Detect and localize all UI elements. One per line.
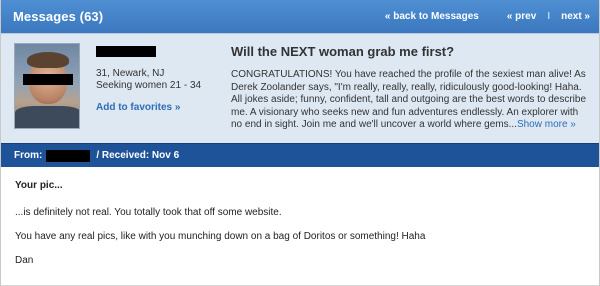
message-meta-bar: From: / Received: Nov 6 (1, 143, 599, 167)
received-date: / Received: Nov 6 (96, 150, 180, 161)
from-label: From: (14, 150, 43, 161)
profile-bio: CONGRATULATIONS! You have reached the pr… (231, 69, 588, 132)
photo-hair (27, 52, 69, 68)
photo-redaction-bar (23, 74, 73, 85)
sender-profile-panel: 31, Newark, NJ Seeking women 21 - 34 Add… (1, 33, 599, 143)
message-paragraph: ...is definitely not real. You totally t… (15, 207, 282, 218)
header-bar: Messages (63) « back to Messages « prev … (1, 0, 599, 33)
message-navigation: « back to Messages « prev I next » (385, 11, 590, 22)
profile-seeking: Seeking women 21 - 34 (96, 80, 202, 91)
page-title: Messages (63) (13, 9, 104, 24)
message-view: Messages (63) « back to Messages « prev … (0, 0, 600, 286)
message-body: Your pic... ...is definitely not real. Y… (1, 180, 599, 266)
add-to-favorites-link[interactable]: Add to favorites » (96, 102, 180, 113)
profile-location: 31, Newark, NJ (96, 68, 165, 79)
message-signature: Dan (15, 255, 34, 266)
profile-headline: Will the NEXT woman grab me first? (231, 44, 455, 59)
username-redaction-bar (96, 46, 156, 57)
next-link[interactable]: next » (561, 11, 590, 22)
photo-shirt (15, 106, 79, 128)
show-more-link[interactable]: Show more » (517, 119, 576, 130)
message-paragraph: You have any real pics, like with you mu… (15, 231, 426, 242)
nav-separator: I (547, 11, 551, 22)
sender-redaction-bar (46, 149, 91, 162)
prev-link[interactable]: « prev (507, 11, 536, 22)
message-subject: Your pic... (15, 180, 63, 191)
back-to-messages-link[interactable]: « back to Messages (385, 11, 479, 22)
profile-photo[interactable] (14, 43, 80, 129)
